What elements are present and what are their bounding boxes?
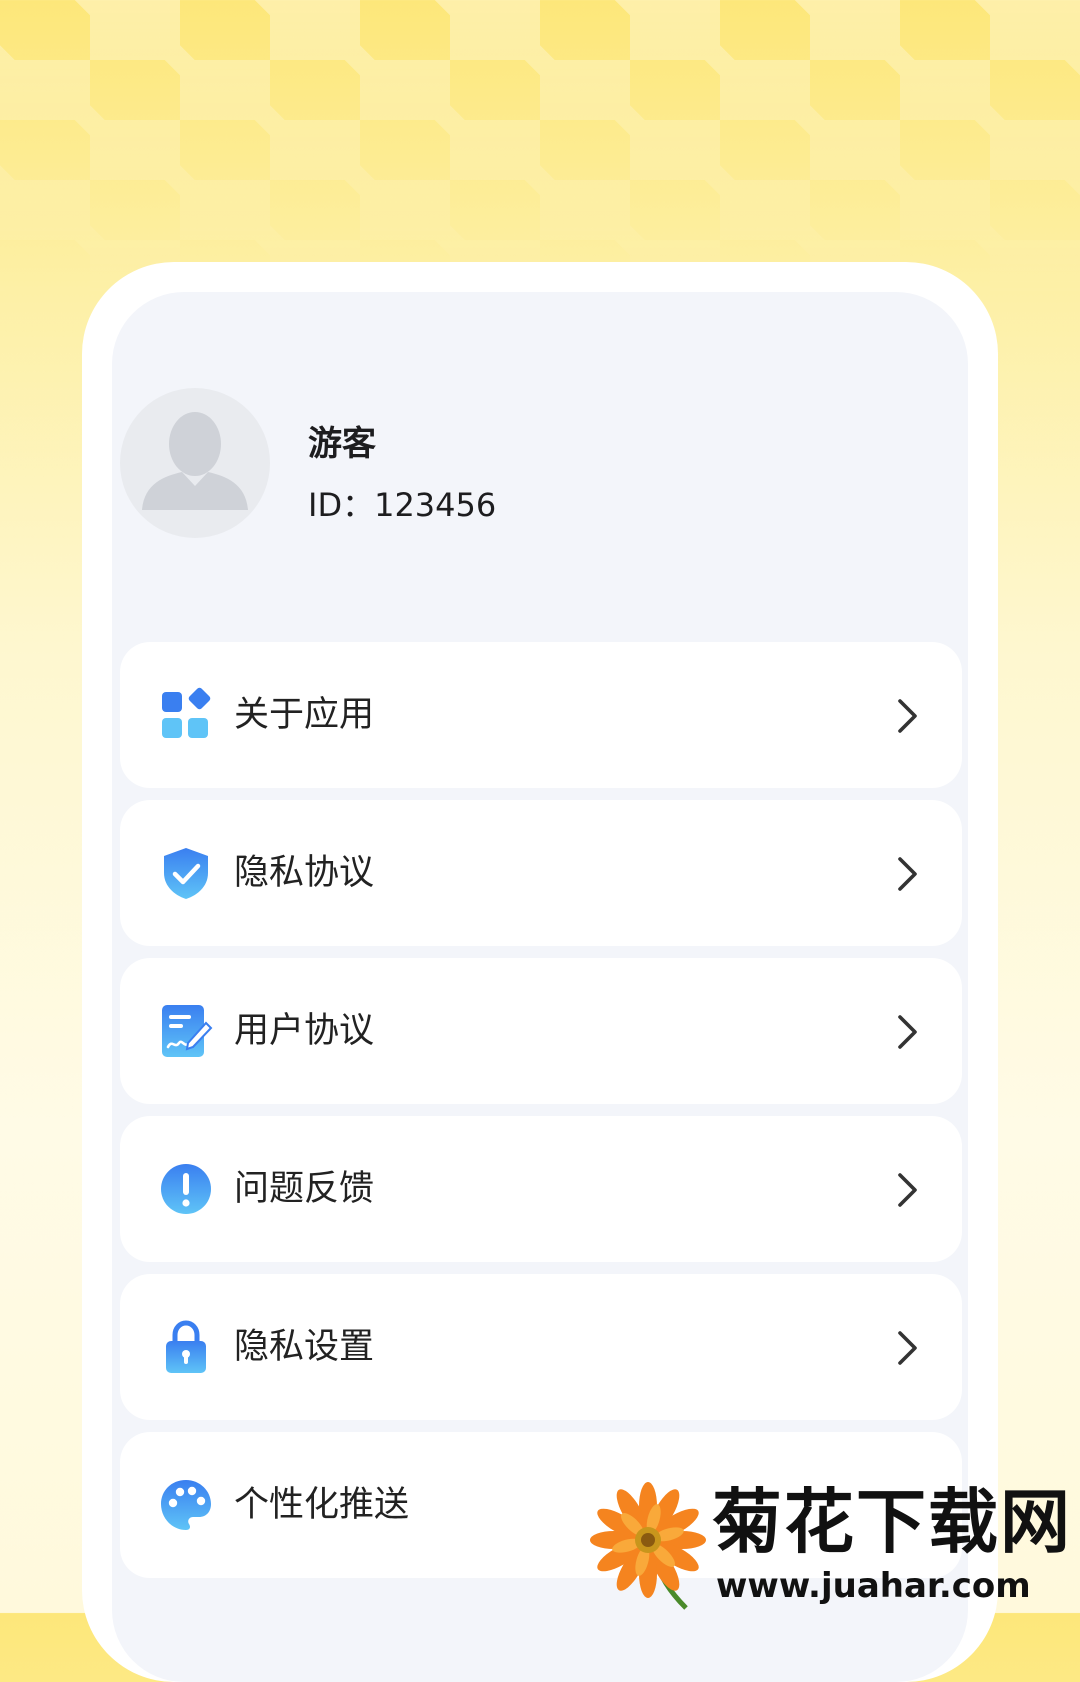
watermark-title: 菊花下载网 bbox=[712, 1481, 1072, 1563]
exclamation-icon bbox=[161, 1164, 211, 1214]
user-profile-header[interactable]: 游客 ID：123456 bbox=[120, 388, 820, 542]
menu-label: 隐私协议 bbox=[234, 853, 375, 893]
chevron-right-icon bbox=[898, 699, 917, 733]
menu-item-feedback[interactable]: 问题反馈 bbox=[120, 1116, 962, 1262]
menu-label: 关于应用 bbox=[234, 695, 375, 735]
menu-item-user-agreement[interactable]: 用户协议 bbox=[120, 958, 962, 1104]
menu-item-privacy-settings[interactable]: 隐私设置 bbox=[120, 1274, 962, 1420]
profile-screen: 游客 ID：123456 关于应用 隐私协议 用户协议 问题反馈 隐私设置 个性… bbox=[112, 292, 968, 1682]
user-name: 游客 bbox=[308, 424, 376, 464]
menu-label: 隐私设置 bbox=[234, 1327, 375, 1367]
document-sign-icon bbox=[162, 1005, 213, 1057]
shield-check-icon bbox=[164, 848, 208, 899]
menu-label: 问题反馈 bbox=[234, 1169, 375, 1209]
default-user-icon bbox=[142, 412, 248, 510]
chevron-right-icon bbox=[898, 1173, 917, 1207]
menu-item-privacy-agreement[interactable]: 隐私协议 bbox=[120, 800, 962, 946]
phone-frame: 游客 ID：123456 关于应用 隐私协议 用户协议 问题反馈 隐私设置 个性… bbox=[82, 262, 998, 1682]
chevron-right-icon bbox=[898, 857, 917, 891]
app-grid-icon bbox=[162, 687, 211, 738]
chevron-right-icon bbox=[898, 1331, 917, 1365]
chevron-right-icon bbox=[898, 1015, 917, 1049]
watermark: 菊花下载网 www.juahar.com bbox=[590, 1480, 1080, 1613]
avatar[interactable] bbox=[120, 388, 270, 538]
user-id: ID：123456 bbox=[308, 486, 497, 524]
flower-logo-icon bbox=[590, 1482, 706, 1610]
menu-label: 用户协议 bbox=[234, 1011, 375, 1051]
lock-icon bbox=[166, 1320, 206, 1373]
watermark-url: www.juahar.com bbox=[716, 1566, 1031, 1606]
menu-label: 个性化推送 bbox=[234, 1485, 410, 1525]
menu-item-about-app[interactable]: 关于应用 bbox=[120, 642, 962, 788]
background-pattern bbox=[0, 0, 1080, 300]
palette-icon bbox=[161, 1480, 211, 1530]
